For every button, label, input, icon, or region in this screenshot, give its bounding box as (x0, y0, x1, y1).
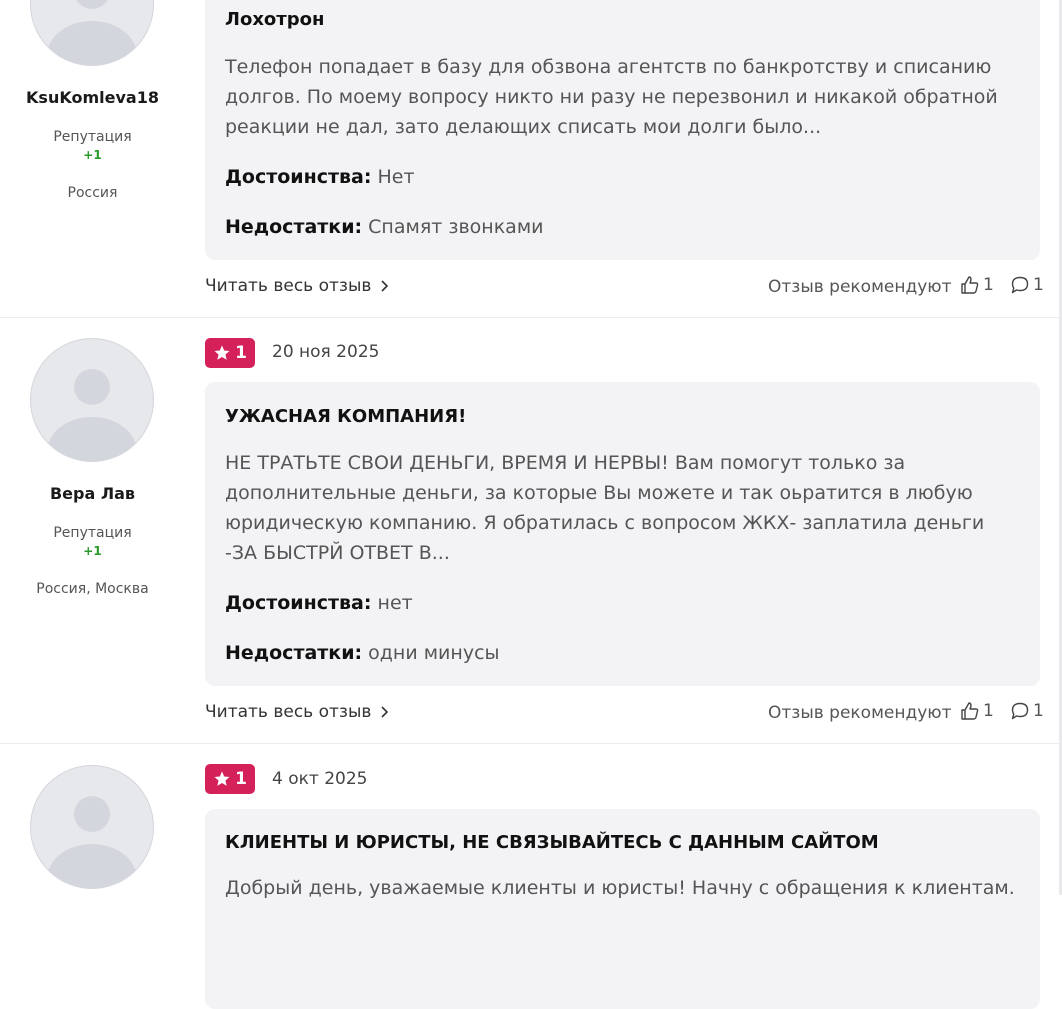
review-text: Телефон попадает в базу для обзвона аген… (225, 56, 998, 138)
divider (0, 743, 1062, 744)
pros-value: Нет (377, 166, 415, 188)
like-button[interactable]: 1 (960, 701, 994, 721)
author-location: Россия (67, 185, 118, 201)
read-more-link[interactable]: Читать весь отзыв (205, 276, 389, 296)
star-icon (214, 771, 230, 786)
review-date: 4 окт 2025 (272, 769, 368, 789)
comment-icon (1011, 702, 1029, 720)
avatar[interactable] (30, 765, 154, 889)
thumbs-up-icon (961, 702, 979, 720)
rating-badge: 1 (205, 338, 255, 368)
rating-badge: 1 (205, 764, 255, 794)
chevron-right-icon (381, 280, 389, 292)
comments-count: 1 (1033, 701, 1044, 721)
review-title[interactable]: УЖАСНАЯ КОМПАНИЯ! (225, 406, 466, 427)
rating-value: 1 (235, 343, 247, 363)
cons-label: Недостатки: (225, 642, 363, 664)
divider (0, 317, 1062, 318)
avatar[interactable] (30, 338, 154, 462)
recommend-label: Отзыв рекомендуют (768, 703, 952, 723)
review-card[interactable]: Лохотрон Телефон попадает в базу для обз… (205, 0, 1040, 260)
review-cons: Недостатки: Спамят звонками (225, 216, 544, 238)
pros-label: Достоинства: (225, 166, 372, 188)
likes-count: 1 (983, 275, 994, 295)
comment-icon (1011, 276, 1029, 294)
cons-label: Недостатки: (225, 216, 363, 238)
thumbs-up-icon (961, 276, 979, 294)
avatar[interactable] (30, 0, 154, 66)
read-more-label[interactable]: Читать весь отзыв (205, 276, 371, 296)
review-pros: Достоинства: Нет (225, 166, 415, 188)
read-more-label[interactable]: Читать весь отзыв (205, 702, 371, 722)
review-date: 20 ноя 2025 (272, 342, 380, 362)
pros-label: Достоинства: (225, 592, 372, 614)
review-card[interactable]: УЖАСНАЯ КОМПАНИЯ! НЕ ТРАТЬТЕ СВОИ ДЕНЬГИ… (205, 382, 1040, 686)
author-name[interactable]: Вера Лав (0, 484, 185, 503)
comments-count: 1 (1033, 275, 1044, 295)
cons-value: Спамят звонками (368, 216, 544, 238)
review-text: Добрый день, уважаемые клиенты и юристы!… (225, 877, 1015, 899)
cons-value: одни минусы (368, 642, 500, 664)
author-name[interactable]: KsuKomleva18 (0, 88, 185, 107)
reputation-value: +1 (83, 148, 102, 162)
like-button[interactable]: 1 (960, 275, 994, 295)
chevron-right-icon (381, 706, 389, 718)
read-more-link[interactable]: Читать весь отзыв (205, 702, 389, 722)
reputation-value: +1 (83, 544, 102, 558)
comments-button[interactable]: 1 (1010, 701, 1044, 721)
recommend-label: Отзыв рекомендуют (768, 277, 952, 297)
review-title[interactable]: Лохотрон (225, 9, 324, 30)
likes-count: 1 (983, 701, 994, 721)
star-icon (214, 345, 230, 360)
review-cons: Недостатки: одни минусы (225, 642, 500, 664)
reputation-label: Репутация (53, 129, 132, 145)
review-text: НЕ ТРАТЬТЕ СВОИ ДЕНЬГИ, ВРЕМЯ И НЕРВЫ! В… (225, 452, 985, 564)
reputation-label: Репутация (53, 525, 132, 541)
review-pros: Достоинства: нет (225, 592, 413, 614)
review-title[interactable]: КЛИЕНТЫ И ЮРИСТЫ, НЕ СВЯЗЫВАЙТЕСЬ С ДАНН… (225, 832, 879, 853)
review-card[interactable]: КЛИЕНТЫ И ЮРИСТЫ, НЕ СВЯЗЫВАЙТЕСЬ С ДАНН… (205, 809, 1040, 1009)
author-location: Россия, Москва (36, 581, 149, 597)
rating-value: 1 (235, 769, 247, 789)
comments-button[interactable]: 1 (1010, 275, 1044, 295)
pros-value: нет (377, 592, 413, 614)
